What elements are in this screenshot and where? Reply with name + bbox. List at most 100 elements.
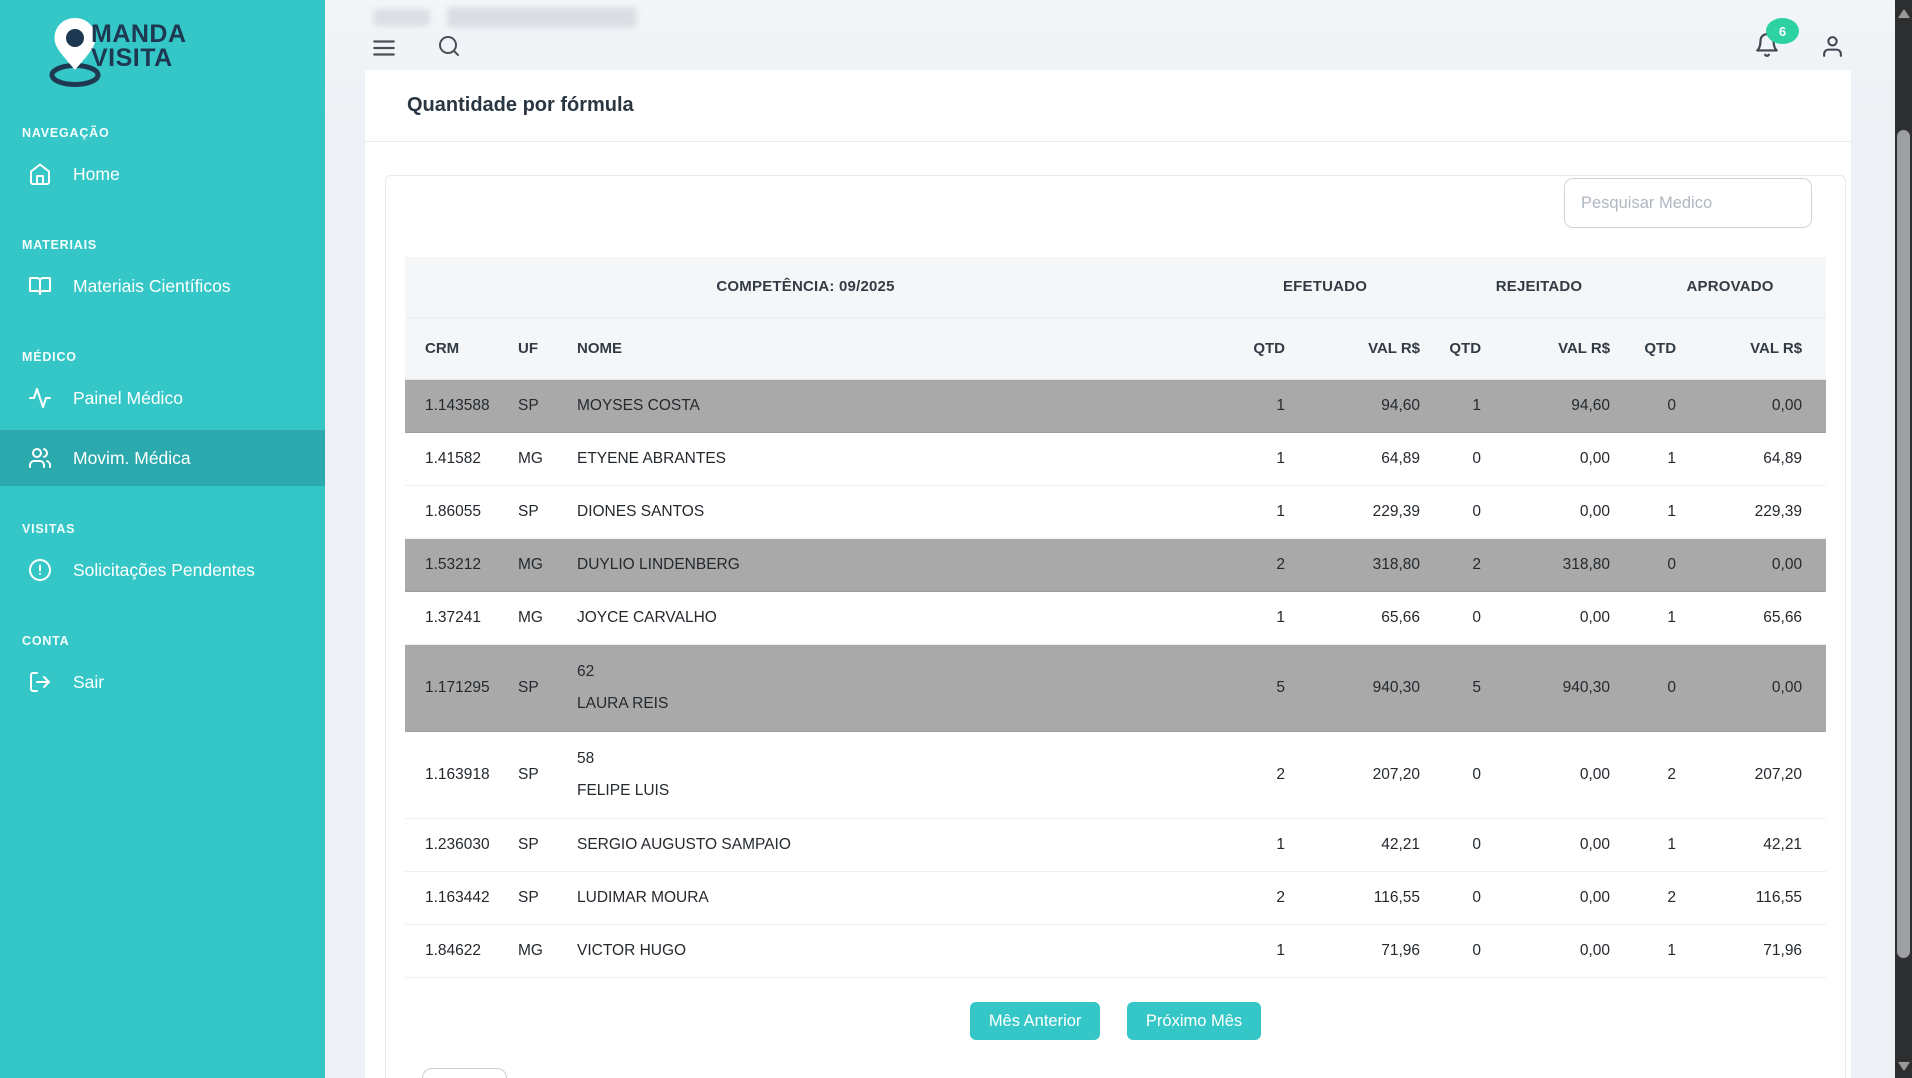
sidebar-item-label: Painel Médico bbox=[73, 388, 183, 409]
sidebar-item-home[interactable]: Home bbox=[0, 146, 325, 202]
crm-cell: 1.163918 bbox=[405, 731, 505, 818]
qtd-cell: 1 bbox=[1206, 591, 1309, 644]
table-row[interactable]: 1.143588SPMOYSES COSTA194,60194,6000,00 bbox=[405, 379, 1826, 432]
table-body: 1.143588SPMOYSES COSTA194,60194,6000,001… bbox=[405, 379, 1826, 977]
nome-cell: SERGIO AUGUSTO SAMPAIO bbox=[563, 818, 1206, 871]
qtd-cell: 1 bbox=[1634, 432, 1700, 485]
alert-circle-icon bbox=[28, 558, 52, 582]
menu-toggle-button[interactable] bbox=[371, 35, 397, 61]
sidebar-item-label: Materiais Científicos bbox=[73, 276, 231, 297]
nome-cell: ETYENE ABRANTES bbox=[563, 432, 1206, 485]
scroll-up-arrow-icon[interactable] bbox=[1898, 9, 1910, 18]
qtd-cell: 2 bbox=[1634, 731, 1700, 818]
qtd-cell: 0 bbox=[1444, 591, 1505, 644]
nome-line-top: 58 bbox=[577, 743, 1206, 775]
qtd-cell: 1 bbox=[1634, 485, 1700, 538]
home-icon bbox=[28, 162, 52, 186]
qtd-cell: 1 bbox=[1206, 924, 1309, 977]
col-header-val-rejeitado: VAL R$ bbox=[1505, 317, 1634, 379]
vertical-scrollbar[interactable] bbox=[1895, 0, 1912, 1078]
sidebar-item-label: Movim. Médica bbox=[73, 448, 191, 469]
table-row[interactable]: 1.163442SPLUDIMAR MOURA2116,5500,002116,… bbox=[405, 871, 1826, 924]
nome-line-bottom: FELIPE LUIS bbox=[577, 775, 1206, 807]
table-row[interactable]: 1.86055SPDIONES SANTOS1229,3900,001229,3… bbox=[405, 485, 1826, 538]
val-cell: 42,21 bbox=[1309, 818, 1444, 871]
sidebar-item-label: Sair bbox=[73, 672, 104, 693]
col-header-val-aprovado: VAL R$ bbox=[1700, 317, 1826, 379]
val-cell: 0,00 bbox=[1505, 591, 1634, 644]
val-cell: 229,39 bbox=[1700, 485, 1826, 538]
qtd-cell: 0 bbox=[1444, 731, 1505, 818]
qtd-cell: 1 bbox=[1634, 591, 1700, 644]
sidebar-item-materiais-cientificos[interactable]: Materiais Científicos bbox=[0, 258, 325, 314]
qtd-cell: 0 bbox=[1444, 871, 1505, 924]
medicos-table: COMPETÊNCIA: 09/2025 EFETUADO REJEITADO … bbox=[405, 257, 1826, 978]
table-row[interactable]: 1.163918SP58FELIPE LUIS2207,2000,002207,… bbox=[405, 731, 1826, 818]
qtd-cell: 2 bbox=[1444, 538, 1505, 591]
sidebar-item-label: Solicitações Pendentes bbox=[73, 560, 255, 581]
table-row[interactable]: 1.236030SPSERGIO AUGUSTO SAMPAIO142,2100… bbox=[405, 818, 1826, 871]
table-row[interactable]: 1.37241MGJOYCE CARVALHO165,6600,00165,66 bbox=[405, 591, 1826, 644]
nome-cell: JOYCE CARVALHO bbox=[563, 591, 1206, 644]
crm-cell: 1.143588 bbox=[405, 379, 505, 432]
uf-cell: SP bbox=[505, 485, 563, 538]
val-cell: 64,89 bbox=[1700, 432, 1826, 485]
val-cell: 94,60 bbox=[1505, 379, 1634, 432]
qtd-cell: 0 bbox=[1444, 924, 1505, 977]
uf-cell: MG bbox=[505, 432, 563, 485]
next-month-button[interactable]: Próximo Mês bbox=[1127, 1002, 1261, 1040]
table-row[interactable]: 1.41582MGETYENE ABRANTES164,8900,00164,8… bbox=[405, 432, 1826, 485]
card-divider bbox=[365, 141, 1851, 142]
scrollbar-thumb[interactable] bbox=[1897, 130, 1910, 958]
table-row[interactable]: 1.171295SP62LAURA REIS5940,305940,3000,0… bbox=[405, 644, 1826, 731]
nome-cell: DUYLIO LINDENBERG bbox=[563, 538, 1206, 591]
scroll-down-arrow-icon[interactable] bbox=[1898, 1062, 1910, 1071]
val-cell: 0,00 bbox=[1505, 818, 1634, 871]
col-header-qtd-aprovado: QTD bbox=[1634, 317, 1700, 379]
qtd-cell: 5 bbox=[1206, 644, 1309, 731]
search-medico-input[interactable] bbox=[1564, 178, 1812, 228]
book-open-icon bbox=[28, 274, 52, 298]
nome-cell: DIONES SANTOS bbox=[563, 485, 1206, 538]
qtd-cell: 1 bbox=[1634, 818, 1700, 871]
search-icon bbox=[437, 34, 461, 58]
crm-cell: 1.53212 bbox=[405, 538, 505, 591]
table-panel: COMPETÊNCIA: 09/2025 EFETUADO REJEITADO … bbox=[385, 175, 1846, 1078]
competencia-header: COMPETÊNCIA: 09/2025 bbox=[405, 257, 1206, 317]
brand-logo: MANDA VISITA bbox=[0, 0, 325, 100]
nome-line-top: 62 bbox=[577, 656, 1206, 688]
qtd-cell: 0 bbox=[1444, 432, 1505, 485]
table-row[interactable]: 1.84622MGVICTOR HUGO171,9600,00171,96 bbox=[405, 924, 1826, 977]
uf-cell: MG bbox=[505, 591, 563, 644]
nome-cell: MOYSES COSTA bbox=[563, 379, 1206, 432]
qtd-cell: 2 bbox=[1634, 871, 1700, 924]
uf-cell: SP bbox=[505, 871, 563, 924]
val-cell: 0,00 bbox=[1700, 538, 1826, 591]
user-menu-button[interactable] bbox=[1820, 34, 1845, 59]
val-cell: 0,00 bbox=[1700, 379, 1826, 432]
brand-name: MANDA VISITA bbox=[91, 22, 187, 70]
val-cell: 0,00 bbox=[1505, 924, 1634, 977]
users-icon bbox=[28, 446, 52, 470]
uf-cell: SP bbox=[505, 379, 563, 432]
qtd-cell: 1 bbox=[1206, 432, 1309, 485]
val-cell: 0,00 bbox=[1700, 644, 1826, 731]
previous-month-button[interactable]: Mês Anterior bbox=[970, 1002, 1101, 1040]
table-row[interactable]: 1.53212MGDUYLIO LINDENBERG2318,802318,80… bbox=[405, 538, 1826, 591]
qtd-cell: 2 bbox=[1206, 871, 1309, 924]
sidebar-item-movim-medica[interactable]: Movim. Médica bbox=[0, 430, 325, 486]
val-cell: 42,21 bbox=[1700, 818, 1826, 871]
section-label-materiais: MATERIAIS bbox=[22, 238, 325, 254]
group-header-aprovado: APROVADO bbox=[1634, 257, 1826, 317]
section-label-navegacao: NAVEGAÇÃO bbox=[22, 126, 325, 142]
sidebar-item-solicitacoes-pendentes[interactable]: Solicitações Pendentes bbox=[0, 542, 325, 598]
qtd-cell: 5 bbox=[1444, 644, 1505, 731]
sidebar-item-sair[interactable]: Sair bbox=[0, 654, 325, 710]
col-header-nome: NOME bbox=[563, 317, 1206, 379]
global-search-button[interactable] bbox=[437, 34, 461, 58]
sidebar: MANDA VISITA NAVEGAÇÃO Home MATERIAIS Ma… bbox=[0, 0, 325, 1078]
partial-bottom-button[interactable] bbox=[422, 1068, 507, 1078]
blurred-breadcrumb-1 bbox=[373, 9, 430, 26]
val-cell: 0,00 bbox=[1505, 432, 1634, 485]
sidebar-item-painel-medico[interactable]: Painel Médico bbox=[0, 370, 325, 426]
